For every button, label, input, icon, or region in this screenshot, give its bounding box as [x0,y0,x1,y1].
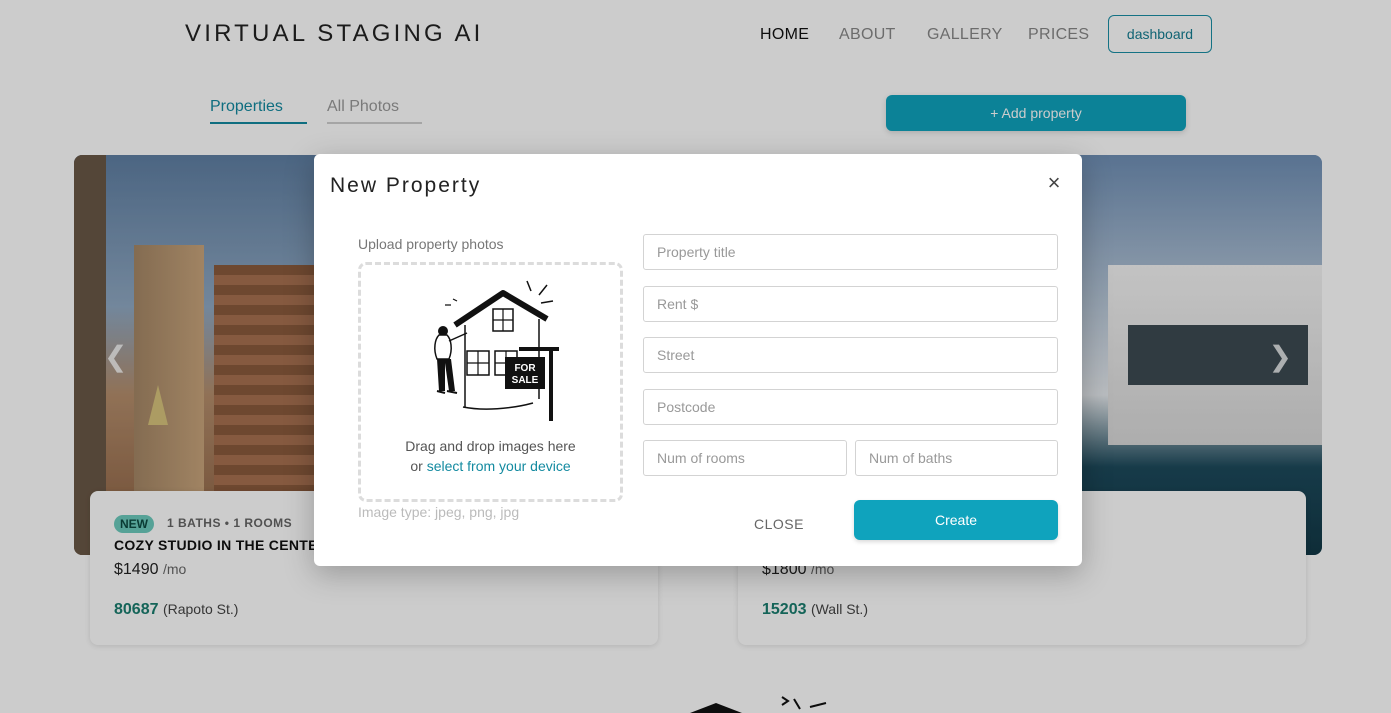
sign-text-line: SALE [512,375,539,386]
postcode-input[interactable]: Postcode [643,389,1058,425]
for-sale-house-icon: FOR SALE [434,280,559,421]
upload-label: Upload property photos [358,236,504,252]
select-from-device-link[interactable]: select from your device [427,458,571,474]
close-button[interactable]: CLOSE [730,510,828,538]
image-type-hint: Image type: jpeg, png, jpg [358,504,520,520]
close-icon[interactable]: × [1043,172,1065,194]
property-title-input[interactable]: Property title [643,234,1058,270]
photo-dropzone[interactable]: FOR SALE Drag and drop images here or se… [358,262,623,502]
rent-input[interactable]: Rent $ [643,286,1058,322]
rooms-input[interactable]: Num of rooms [643,440,847,476]
drop-text-line: Drag and drop images here [405,438,576,454]
sign-text-line: FOR [514,363,536,374]
drop-or: or [410,458,423,474]
drop-instructions: Drag and drop images here or select from… [361,436,620,476]
modal-title: New Property [330,174,482,197]
drop-link-line: or select from your device [361,456,620,476]
create-button[interactable]: Create [854,500,1058,540]
new-property-modal: New Property × Upload property photos FO… [314,154,1082,566]
baths-input[interactable]: Num of baths [855,440,1058,476]
street-input[interactable]: Street [643,337,1058,373]
